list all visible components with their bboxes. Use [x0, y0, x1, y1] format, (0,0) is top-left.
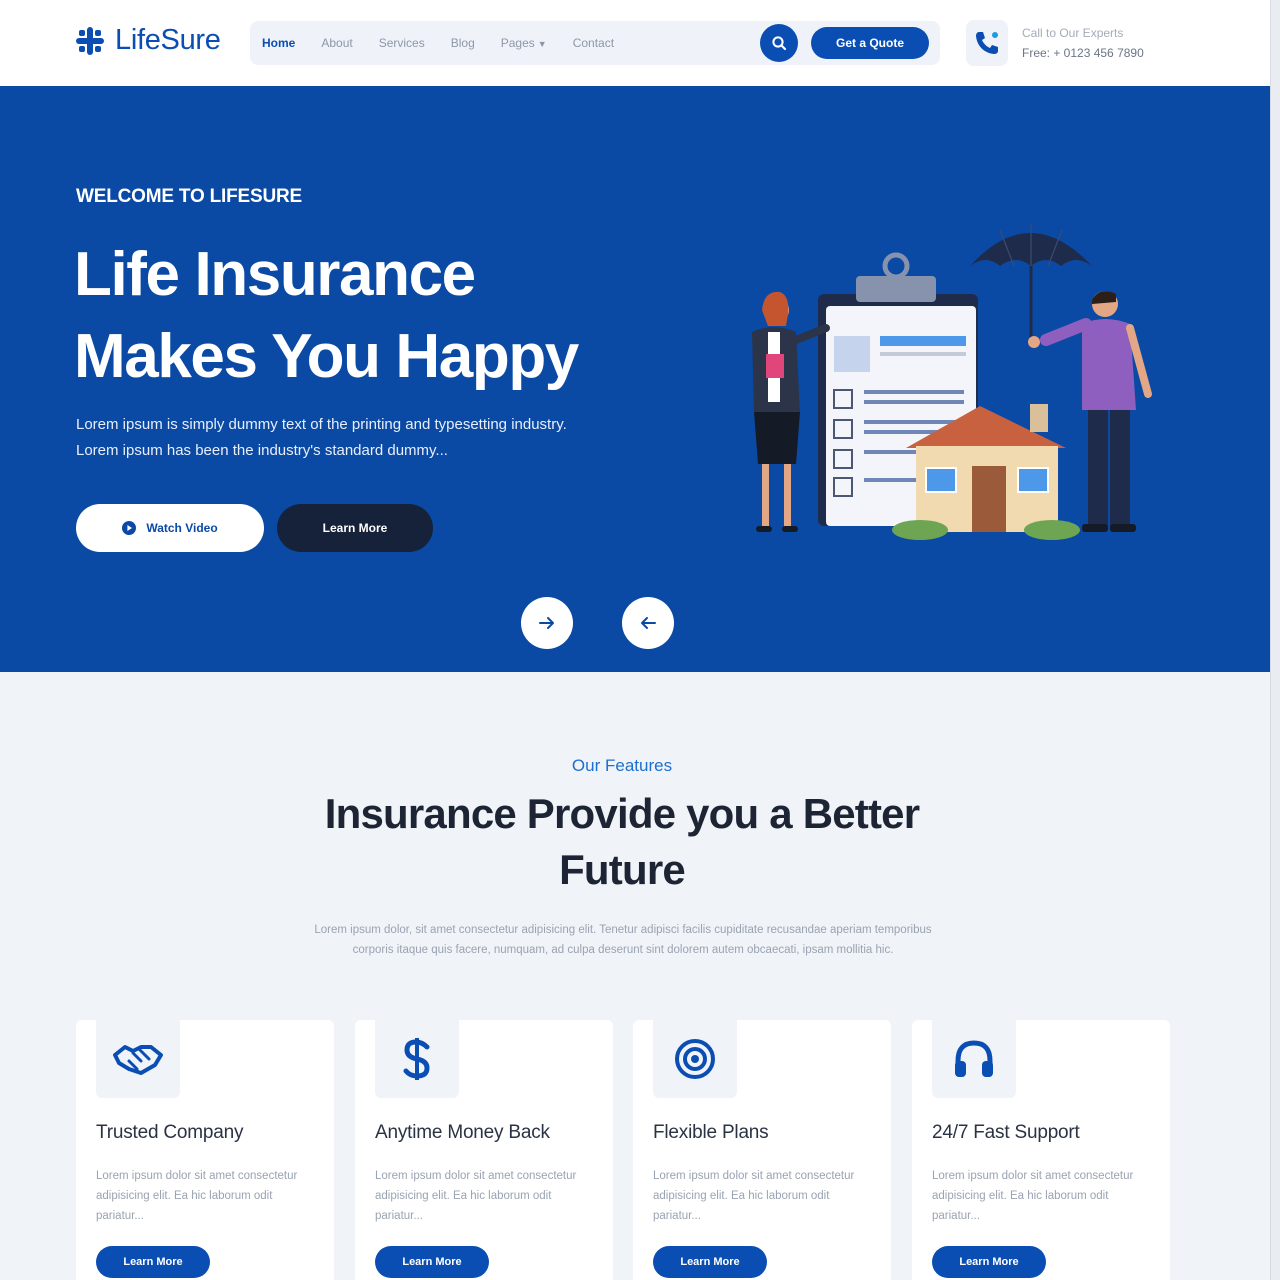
- feature-card-flexible-plans: Flexible Plans Lorem ipsum dolor sit ame…: [633, 1020, 891, 1280]
- features-title-line2: Future: [559, 846, 686, 893]
- feature-card-text: Lorem ipsum dolor sit amet consectetur a…: [96, 1170, 298, 1222]
- play-icon: [122, 521, 137, 535]
- feature-card-text: Lorem ipsum dolor sit amet consectetur a…: [375, 1170, 577, 1222]
- chevron-down-icon: ▼: [537, 39, 547, 49]
- nav-item-contact[interactable]: Contact: [573, 36, 614, 50]
- page-scrollbar-edge: [1270, 0, 1280, 1280]
- feature-card-fast-support: 24/7 Fast Support Lorem ipsum dolor sit …: [912, 1020, 1170, 1280]
- hero-description: Lorem ipsum is simply dummy text of the …: [76, 412, 696, 464]
- search-button[interactable]: [760, 24, 798, 62]
- main-nav: Home About Services Blog Pages ▼ Contact …: [250, 21, 940, 65]
- features-section: Our Features Insurance Provide you a Bet…: [0, 672, 1270, 1280]
- feature-card-text: Lorem ipsum dolor sit amet consectetur a…: [932, 1170, 1134, 1222]
- hero-section: WELCOME TO LIFESURE Life Insurance Makes…: [0, 86, 1270, 672]
- nav-links: Home About Services Blog Pages ▼ Contact: [262, 21, 614, 65]
- hero-learn-more-button[interactable]: Learn More: [277, 504, 433, 552]
- hero-desc-line1: Lorem ipsum is simply dummy text of the …: [76, 416, 567, 433]
- nav-item-services[interactable]: Services: [379, 36, 425, 50]
- features-title: Insurance Provide you a Better Future: [272, 786, 972, 898]
- hero-desc-line2: Lorem ipsum has been the industry's stan…: [76, 442, 448, 459]
- feature-card-learn-more-button[interactable]: Learn More: [375, 1246, 489, 1278]
- logo[interactable]: LifeSure: [74, 24, 221, 57]
- slider-prev-button[interactable]: [622, 597, 674, 649]
- site-header: LifeSure Home About Services Blog Pages ▼…: [0, 0, 1270, 86]
- call-label: Call to Our Experts: [1022, 26, 1124, 40]
- slider-next-button[interactable]: [521, 597, 573, 649]
- feature-card-text: Lorem ipsum dolor sit amet consectetur a…: [653, 1170, 855, 1222]
- feature-card-trusted-company: Trusted Company Lorem ipsum dolor sit am…: [76, 1020, 334, 1280]
- feature-card-title: 24/7 Fast Support: [932, 1122, 1080, 1143]
- call-number[interactable]: Free: + 0123 456 7890: [1022, 46, 1144, 60]
- feature-card-learn-more-button[interactable]: Learn More: [653, 1246, 767, 1278]
- feature-card-learn-more-button[interactable]: Learn More: [96, 1246, 210, 1278]
- nav-item-pages-label: Pages: [500, 36, 535, 50]
- get-quote-button[interactable]: Get a Quote: [811, 27, 929, 59]
- feature-card-learn-more-button[interactable]: Learn More: [932, 1246, 1046, 1278]
- hero-title-line2: Makes You Happy: [74, 322, 579, 391]
- features-kicker: Our Features: [571, 756, 673, 775]
- hero-kicker: WELCOME TO LIFESURE: [76, 186, 302, 207]
- hero-title-line1: Life Insurance: [74, 240, 476, 309]
- feature-card-title: Anytime Money Back: [375, 1122, 550, 1143]
- nav-item-blog[interactable]: Blog: [451, 36, 475, 50]
- logo-icon: [74, 25, 106, 57]
- handshake-icon: [96, 1020, 180, 1098]
- feature-card-title: Trusted Company: [96, 1122, 244, 1143]
- arrow-left-icon: [641, 617, 656, 629]
- logo-text: LifeSure: [115, 24, 221, 56]
- dollar-icon: [375, 1020, 459, 1098]
- call-experts: Call to Our Experts Free: + 0123 456 789…: [966, 20, 1144, 66]
- feature-card-money-back: Anytime Money Back Lorem ipsum dolor sit…: [355, 1020, 613, 1280]
- arrow-right-icon: [539, 617, 554, 629]
- search-icon: [772, 36, 787, 51]
- nav-item-pages[interactable]: Pages ▼: [501, 36, 547, 50]
- feature-card-title: Flexible Plans: [653, 1122, 769, 1143]
- headphones-icon: [932, 1020, 1016, 1098]
- watch-video-label: Watch Video: [146, 521, 218, 535]
- features-description: Lorem ipsum dolor, sit amet consectetur …: [314, 924, 932, 956]
- watch-video-button[interactable]: Watch Video: [76, 504, 264, 552]
- nav-item-about[interactable]: About: [321, 36, 352, 50]
- phone-icon: [966, 20, 1008, 66]
- features-title-line1: Insurance Provide you a Better: [324, 790, 920, 837]
- insurance-illustration: [752, 224, 1152, 540]
- nav-item-home[interactable]: Home: [262, 36, 295, 50]
- call-text: Call to Our Experts Free: + 0123 456 789…: [1022, 26, 1144, 60]
- target-icon: [653, 1020, 737, 1098]
- hero-title: Life Insurance Makes You Happy: [74, 234, 674, 398]
